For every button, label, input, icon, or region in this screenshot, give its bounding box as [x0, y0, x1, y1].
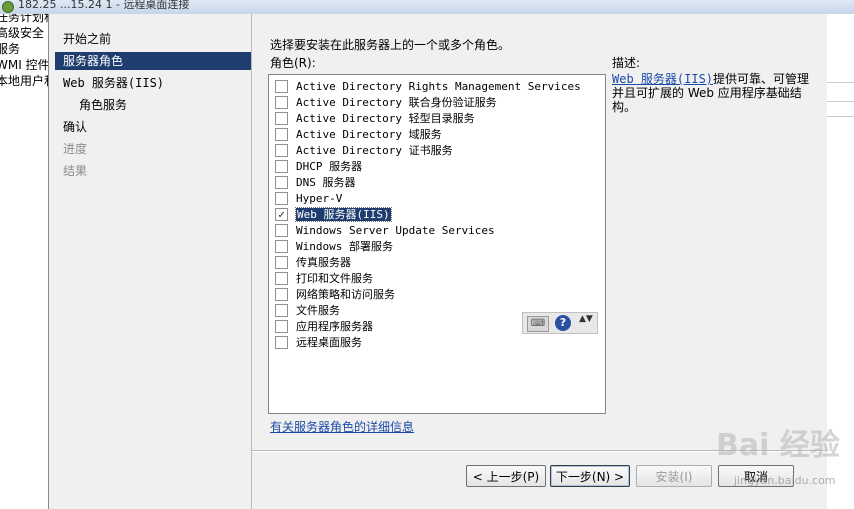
keyboard-icon[interactable]: ⌨ [527, 316, 549, 332]
window-titlebar: 182.25 ...15.24 1 - 远程桌面连接 [0, 0, 854, 15]
role-label: 传真服务器 [296, 256, 351, 269]
role-checkbox-checked[interactable]: ✓ [275, 207, 288, 221]
role-checkbox[interactable] [275, 111, 288, 125]
role-label: 远程桌面服务 [296, 336, 362, 349]
role-checkbox[interactable] [275, 95, 288, 109]
role-label: 文件服务 [296, 304, 340, 317]
background-strip [826, 104, 854, 117]
nav-item-results: 结果 [63, 164, 88, 178]
role-checkbox[interactable] [275, 223, 288, 237]
role-label: Active Directory 联合身份验证服务 [296, 96, 497, 109]
ime-language-bar[interactable]: ⌨ ? ▲▼ [522, 312, 598, 334]
role-item-rds[interactable]: 远程桌面服务 [275, 335, 362, 351]
role-checkbox[interactable] [275, 175, 288, 189]
role-label: 打印和文件服务 [296, 272, 373, 285]
nav-item-label: Web 服务器(IIS) [63, 76, 165, 90]
instruction-text: 选择要安装在此服务器上的一个或多个角色。 [270, 38, 511, 52]
role-item-dns[interactable]: DNS 服务器 [275, 175, 356, 191]
role-checkbox[interactable] [275, 159, 288, 173]
background-tree-item: 高级安全 [0, 26, 45, 40]
wizard-content: 选择要安装在此服务器上的一个或多个角色。 角色(R): Active Direc… [252, 14, 827, 509]
role-label: Active Directory Rights Management Servi… [296, 80, 581, 93]
description-role-link[interactable]: Web 服务器(IIS) [612, 72, 713, 86]
role-item-fax-server[interactable]: 传真服务器 [275, 255, 351, 271]
role-checkbox[interactable] [275, 255, 288, 269]
role-checkbox[interactable] [275, 79, 288, 93]
role-label: Windows Server Update Services [296, 224, 495, 237]
role-checkbox[interactable] [275, 191, 288, 205]
help-icon[interactable]: ? [555, 315, 571, 331]
background-tree-item: 本地用户和 [0, 74, 48, 88]
role-checkbox[interactable] [275, 319, 288, 333]
spinner-arrows-icon[interactable]: ▲▼ [579, 315, 593, 331]
role-item-ad-fs[interactable]: Active Directory 联合身份验证服务 [275, 95, 497, 111]
role-label: 网络策略和访问服务 [296, 288, 395, 301]
back-button[interactable]: < 上一步(P) [466, 465, 546, 487]
nav-item-before-you-begin[interactable]: 开始之前 [63, 30, 111, 48]
nav-item-progress: 进度 [63, 142, 88, 156]
remote-desktop-icon [2, 1, 14, 13]
role-checkbox[interactable] [275, 335, 288, 349]
role-item-ad-rms[interactable]: Active Directory Rights Management Servi… [275, 79, 581, 95]
role-item-ad-lds[interactable]: Active Directory 轻型目录服务 [275, 111, 475, 127]
install-button: 安装(I) [636, 465, 712, 487]
nav-item-confirmation[interactable]: 确认 [63, 118, 87, 136]
role-item-ad-ds[interactable]: Active Directory 域服务 [275, 127, 442, 143]
nav-item-web-server-iis[interactable]: Web 服务器(IIS) [63, 74, 164, 92]
role-item-wsus[interactable]: Windows Server Update Services [275, 223, 495, 239]
role-item-ad-cs[interactable]: Active Directory 证书服务 [275, 143, 453, 159]
role-label: Windows 部署服务 [296, 240, 393, 253]
role-item-wds[interactable]: Windows 部署服务 [275, 239, 393, 255]
role-label: Active Directory 轻型目录服务 [296, 112, 475, 125]
background-right-area [826, 14, 854, 509]
role-item-nps[interactable]: 网络策略和访问服务 [275, 287, 395, 303]
role-item-file-services[interactable]: 文件服务 [275, 303, 340, 319]
role-item-hyper-v[interactable]: Hyper-V [275, 191, 342, 207]
more-info-link[interactable]: 有关服务器角色的详细信息 [270, 418, 414, 435]
role-label: Active Directory 域服务 [296, 128, 442, 141]
background-tree-item: 服务 [0, 42, 21, 56]
description-body: Web 服务器(IIS)提供可靠、可管理并且可扩展的 Web 应用程序基础结构。 [612, 72, 812, 114]
role-label: DNS 服务器 [296, 176, 356, 189]
background-tree-item: WMI 控件 [0, 58, 48, 72]
nav-item-server-roles[interactable]: 服务器角色 [55, 52, 251, 70]
wizard-nav-pane: 开始之前 服务器角色 Web 服务器(IIS) 角色服务 确认 进度 结果 [49, 14, 252, 509]
button-separator [252, 450, 827, 452]
role-checkbox[interactable] [275, 127, 288, 141]
background-strip [826, 82, 854, 102]
role-label: Web 服务器(IIS) [295, 207, 392, 222]
role-label: DHCP 服务器 [296, 160, 363, 173]
role-item-app-server[interactable]: 应用程序服务器 [275, 319, 373, 335]
background-tree-pane: 任务计划程 高级安全 服务 WMI 控件 本地用户和 [0, 14, 48, 509]
role-checkbox[interactable] [275, 239, 288, 253]
role-label: Active Directory 证书服务 [296, 144, 453, 157]
role-checkbox[interactable] [275, 271, 288, 285]
role-item-dhcp[interactable]: DHCP 服务器 [275, 159, 362, 175]
role-checkbox[interactable] [275, 143, 288, 157]
description-title: 描述: [612, 56, 641, 70]
role-item-print-file[interactable]: 打印和文件服务 [275, 271, 373, 287]
role-item-web-server-iis[interactable]: ✓ Web 服务器(IIS) [275, 207, 392, 223]
next-button[interactable]: 下一步(N) > [550, 465, 630, 487]
roles-list: Active Directory Rights Management Servi… [268, 74, 606, 414]
role-label: 应用程序服务器 [296, 320, 373, 333]
role-label: Hyper-V [296, 192, 343, 205]
nav-item-role-services[interactable]: 角色服务 [79, 96, 127, 114]
roles-label: 角色(R): [270, 56, 316, 70]
cancel-button[interactable]: 取消 [718, 465, 794, 487]
role-checkbox[interactable] [275, 287, 288, 301]
add-roles-wizard: 开始之前 服务器角色 Web 服务器(IIS) 角色服务 确认 进度 结果 选择… [48, 14, 827, 509]
window-title: 182.25 ...15.24 1 - 远程桌面连接 [18, 0, 190, 11]
role-checkbox[interactable] [275, 303, 288, 317]
